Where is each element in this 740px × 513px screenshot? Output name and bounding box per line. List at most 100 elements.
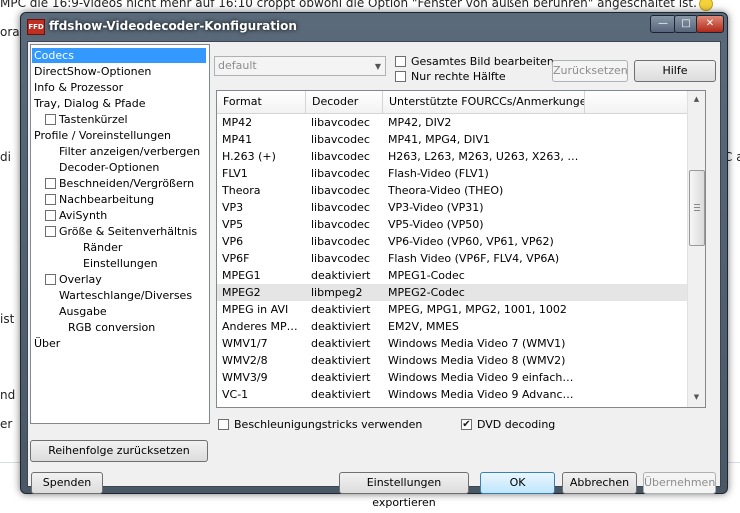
tree-item-decoder-options[interactable]: Decoder-Optionen [59,160,159,175]
table-header: Format Decoder Unterstützte FOURCCs/Anme… [217,91,687,114]
tree-item-ueber[interactable]: Über [34,336,60,351]
table-row[interactable]: MP42 libavcodec MP42, DIV2 [217,114,687,131]
checkbox-overlay[interactable] [45,274,56,285]
checkbox-box [395,71,406,82]
format-cell: MPEG1 [222,269,261,282]
decoder-cell[interactable]: libavcodec [311,199,383,216]
table-row[interactable]: WMV2/8 deaktiviert Windows Media Video 8 (… [217,352,687,369]
fourcc-cell: MPEG2-Codec [388,286,465,299]
cancel-button[interactable]: Abbrechen [562,472,637,494]
table-row[interactable]: VP5 libavcodec VP5-Video (VP50) [217,216,687,233]
table-row[interactable]: VP3 libavcodec VP3-Video (VP31) [217,199,687,216]
format-cell: VP6 [222,235,244,248]
decoder-cell[interactable]: libmpeg2 [311,284,383,301]
tree-item-groesse[interactable]: Größe & Seitenverhältnis [59,224,197,239]
table-row[interactable]: MPEG in AVI deaktiviert MPEG, MPG1, MPG2, … [217,301,687,318]
table-row[interactable]: WMV3/9 deaktiviert Windows Media Video 9 e… [217,369,687,386]
background-text-fragment: di [0,150,11,164]
codec-table[interactable]: Format Decoder Unterstützte FOURCCs/Anme… [216,90,706,408]
tree-item-warteschlange[interactable]: Warteschlange/Diverses [59,288,192,303]
decoder-cell[interactable]: libavcodec [311,216,383,233]
tree-item-info[interactable]: Info & Prozessor [34,80,123,95]
decoder-cell[interactable]: libavcodec [311,114,383,131]
format-cell: WMV3/9 [222,371,268,384]
tree-item-einstellungen[interactable]: Einstellungen [83,256,158,271]
tree-item-tray[interactable]: Tray, Dialog & Pfade [34,96,145,111]
scroll-thumb[interactable] [689,170,705,246]
decoder-cell[interactable]: deaktiviert [311,369,383,386]
close-button[interactable]: ✕ [696,15,724,33]
tree-item-codecs[interactable]: Codecs [32,48,206,63]
checkbox-beschneiden[interactable] [45,178,56,189]
column-header-decoder[interactable]: Decoder [306,91,383,113]
decoder-cell[interactable]: libavcodec [311,148,383,165]
reset-order-button[interactable]: Reihenfolge zurücksetzen [30,440,208,462]
nav-tree[interactable]: Codecs DirectShow-Optionen Info & Prozes… [30,44,210,424]
minimize-button[interactable]: — [650,15,676,33]
tree-item-nachbearbeitung[interactable]: Nachbearbeitung [59,192,154,207]
table-row[interactable]: WMV1/7 deaktiviert Windows Media Video 7 (… [217,335,687,352]
column-header-fourcc[interactable]: Unterstützte FOURCCs/Anmerkungen [383,91,585,113]
background-text-fragment: ist [0,312,15,326]
maximize-button[interactable]: □ [674,15,698,33]
decoder-cell[interactable]: libavcodec [311,165,383,182]
reset-button[interactable]: Zurücksetzen [552,60,628,82]
tree-item-rgb-conversion[interactable]: RGB conversion [68,320,155,335]
tree-item-avisynth[interactable]: AviSynth [59,208,107,223]
decoder-cell[interactable]: libavcodec [311,182,383,199]
format-cell: FLV1 [222,167,248,180]
apply-button[interactable]: Übernehmen [643,472,716,494]
table-row[interactable]: MPEG2 libmpeg2 MPEG2-Codec [217,284,687,301]
help-button[interactable]: Hilfe [634,60,716,82]
decoder-cell[interactable]: deaktiviert [311,335,383,352]
tree-item-overlay[interactable]: Overlay [59,272,102,287]
preset-value: default [218,59,257,72]
decoder-cell[interactable]: deaktiviert [311,301,383,318]
decoder-cell[interactable]: deaktiviert [311,352,383,369]
table-row[interactable]: MP41 libavcodec MP41, MPG4, DIV1 [217,131,687,148]
table-row[interactable]: VP6F libavcodec Flash Video (VP6F, FLV4, V… [217,250,687,267]
tree-item-ausgabe[interactable]: Ausgabe [59,304,107,319]
fourcc-cell: MPEG1-Codec [388,269,465,282]
tree-item-tastenkuerzel[interactable]: Tastenkürzel [59,112,128,127]
table-row[interactable]: Anderes MPEG2 deaktiviert EM2V, MMES [217,318,687,335]
table-row[interactable]: H.263 (+) libavcodec H263, L263, M263, U26… [217,148,687,165]
decoder-cell[interactable]: libavcodec [311,233,383,250]
window-title: ffdshow-Videodecoder-Konfiguration [49,19,297,33]
checkbox-nachbearbeitung[interactable] [45,194,56,205]
table-row[interactable]: FLV1 libavcodec Flash-Video (FLV1) [217,165,687,182]
table-row[interactable]: MPEG1 deaktiviert MPEG1-Codec [217,267,687,284]
decoder-cell[interactable]: libavcodec [311,131,383,148]
tree-item-profile[interactable]: Profile / Voreinstellungen [34,128,171,143]
title-bar[interactable]: FFD ffdshow-Videodecoder-Konfiguration —… [21,13,727,39]
checkmark-icon: ✔ [461,419,472,430]
tree-item-beschneiden[interactable]: Beschneiden/Vergrößern [59,176,194,191]
vertical-scrollbar[interactable]: ▲ ▼ [687,91,705,407]
decoder-cell[interactable]: deaktiviert [311,386,383,403]
donate-button[interactable]: Spenden [31,472,103,494]
export-settings-button[interactable]: Einstellungen exportieren [339,472,469,509]
format-cell: H.263 (+) [222,150,276,163]
checkbox-groesse[interactable] [45,226,56,237]
table-row[interactable]: VP6 libavcodec VP6-Video (VP60, VP61, VP62… [217,233,687,250]
fourcc-cell: Theora-Video (THEO) [388,184,504,197]
format-cell: MPEG in AVI [222,303,289,316]
checkbox-avisynth[interactable] [45,210,56,221]
scroll-up-icon[interactable]: ▲ [689,91,704,107]
column-header-format[interactable]: Format [217,91,306,113]
table-row[interactable]: Theora libavcodec Theora-Video (THEO) [217,182,687,199]
decoder-cell[interactable]: deaktiviert [311,267,383,284]
tree-item-raender[interactable]: Ränder [83,240,122,255]
format-cell: MPEG2 [222,286,261,299]
decoder-cell[interactable]: deaktiviert [311,318,383,335]
format-cell: WMV2/8 [222,354,268,367]
preset-dropdown[interactable]: default ▼ [214,56,386,76]
checkbox-tastenkuerzel[interactable] [45,114,56,125]
table-row[interactable]: VC-1 deaktiviert Windows Media Video 9 Adv… [217,386,687,403]
ok-button[interactable]: OK [480,472,555,494]
fourcc-cell: Windows Media Video 8 (WMV2) [388,354,566,367]
decoder-cell[interactable]: libavcodec [311,250,383,267]
tree-item-directshow[interactable]: DirectShow-Optionen [34,64,151,79]
scroll-down-icon[interactable]: ▼ [689,389,704,405]
tree-item-filter[interactable]: Filter anzeigen/verbergen [59,144,200,159]
